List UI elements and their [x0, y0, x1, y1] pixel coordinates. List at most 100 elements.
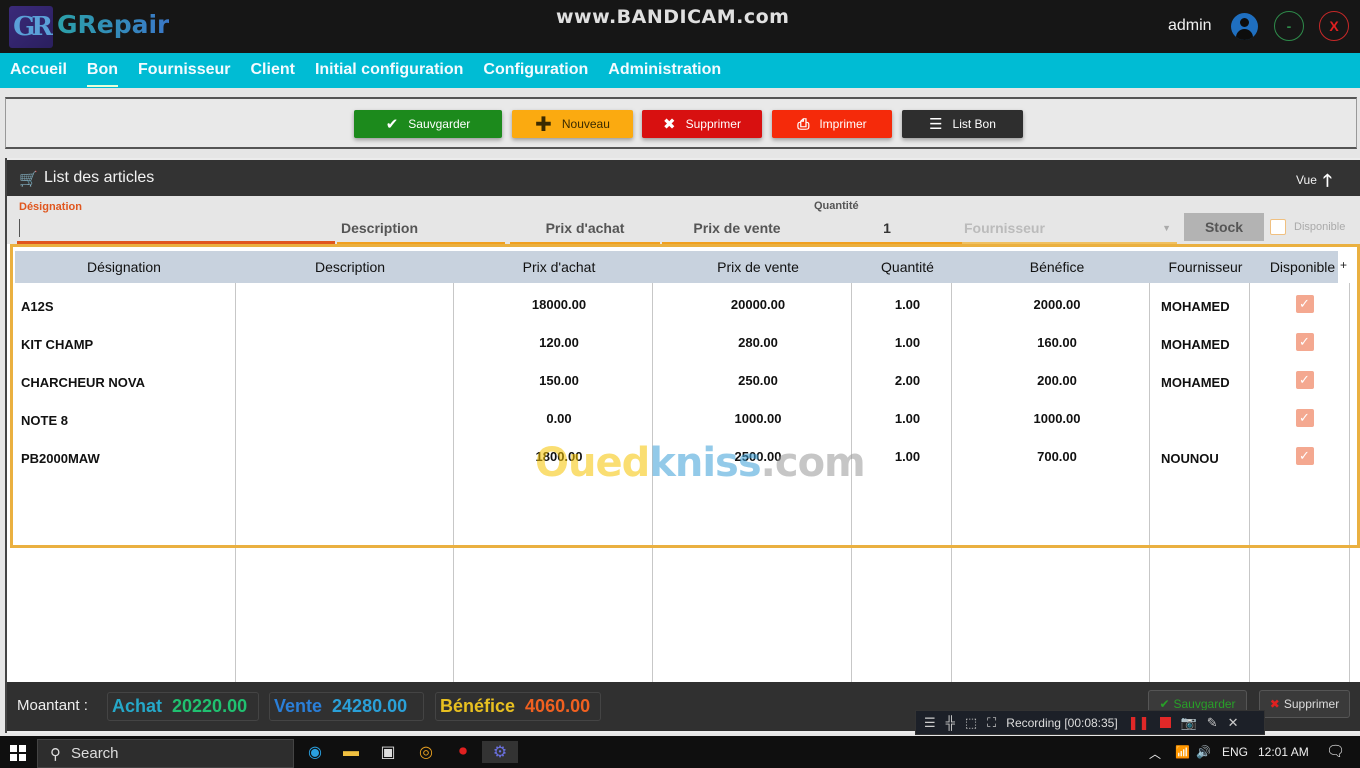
footer-delete-button[interactable]: ✖ Supprimer [1259, 690, 1350, 718]
tray-overflow-icon[interactable]: ︿ [1149, 745, 1161, 762]
menu-fournisseur[interactable]: Fournisseur [128, 53, 240, 88]
check-icon: ✔ [1159, 697, 1170, 711]
menu-icon[interactable]: ☰ [924, 715, 936, 731]
menu-initial-configuration[interactable]: Initial configuration [305, 53, 473, 88]
cell-disponible: ✓ [1257, 399, 1352, 437]
cell-prix-vente: 2500.00 [734, 448, 782, 464]
menu-bon[interactable]: Bon [77, 53, 128, 88]
fournisseur-select[interactable]: Fournisseur ▼ [962, 214, 1177, 244]
taskbar-search[interactable]: ⚲ Search [37, 739, 294, 768]
cell-prix-vente: 280.00 [738, 334, 778, 350]
store-icon[interactable]: ▣ [376, 741, 400, 763]
zoom-region-icon[interactable]: ⬚ [965, 715, 977, 731]
camera-icon[interactable]: 📷 [1181, 715, 1197, 731]
user-avatar-icon[interactable] [1231, 13, 1258, 40]
close-button[interactable]: X [1319, 11, 1349, 41]
edge-icon[interactable]: ◉ [303, 741, 327, 763]
file-explorer-icon[interactable]: ▬ [339, 741, 363, 763]
menu-configuration[interactable]: Configuration [473, 53, 598, 88]
disponible-row-checkbox[interactable]: ✓ [1295, 295, 1314, 313]
vente-value: 24280.00 [332, 696, 408, 716]
wifi-icon[interactable]: 📶 [1175, 745, 1190, 759]
cell-prix-vente: 250.00 [738, 372, 778, 388]
col-prix-achat[interactable]: Prix d'achat [460, 251, 658, 283]
table-row[interactable]: CHARCHEUR NOVA 150.00 250.00 2.00 200.00 MOHA… [15, 361, 1345, 399]
chrome-icon[interactable]: ◎ [414, 741, 438, 763]
grepair-app: GR GRepair www.BANDICAM.com admin - X Ac… [0, 0, 1360, 736]
col-benefice[interactable]: Bénéfice [958, 251, 1156, 283]
col-designation[interactable]: Désignation [15, 251, 233, 283]
table-row[interactable]: KIT CHAMP 120.00 280.00 1.00 160.00 MOHAMED ✓ [15, 323, 1345, 361]
windows-start-icon[interactable] [10, 745, 26, 761]
vue-toggle[interactable]: Vue [1296, 173, 1317, 187]
prix-vente-input[interactable]: Prix de vente [662, 214, 812, 244]
fournisseur-placeholder: Fournisseur [964, 220, 1045, 236]
cell-quantite: 2.00 [894, 372, 921, 388]
pause-icon[interactable]: ❚❚ [1128, 715, 1150, 731]
clock[interactable]: 12:01 AM [1258, 745, 1309, 759]
select-region-icon[interactable]: ⛶ [987, 715, 996, 731]
col-quantite[interactable]: Quantité [858, 251, 957, 283]
collapse-icon[interactable]: ╬ [946, 715, 955, 730]
quantite-input[interactable]: 1 [812, 214, 962, 244]
table-row[interactable]: PB2000MAW 1800.00 2500.00 1.00 700.00 NOUNOU ✓ [15, 437, 1345, 475]
cell-benefice: 2000.00 [1033, 296, 1081, 312]
disponible-row-checkbox[interactable]: ✓ [1295, 409, 1314, 427]
cell-prix-vente: 20000.00 [730, 296, 786, 312]
prix-achat-input[interactable]: Prix d'achat [510, 214, 660, 244]
pencil-icon[interactable]: ✎ [1207, 715, 1218, 731]
table-row[interactable]: NOTE 8 0.00 1000.00 1.00 1000.00 ✓ [15, 399, 1345, 437]
cell-designation: NOTE 8 [21, 413, 68, 428]
disponible-row-checkbox[interactable]: ✓ [1295, 447, 1314, 465]
bandicam-icon[interactable]: ⏺ [451, 741, 475, 763]
cell-disponible: ✓ [1257, 361, 1352, 399]
main-menu: Accueil Bon Fournisseur Client Initial c… [0, 53, 1360, 88]
new-button[interactable]: ✚ Nouveau [512, 110, 633, 138]
designation-input[interactable] [17, 214, 335, 244]
designation-label: Désignation [19, 201, 82, 213]
cell-description [245, 323, 455, 361]
list-bon-button[interactable]: ☰ List Bon [902, 110, 1023, 138]
save-button[interactable]: ✔ Sauvgarder [354, 110, 502, 138]
grepair-taskbar-icon[interactable]: ⚙ [482, 741, 518, 763]
achat-label: Achat [112, 696, 163, 716]
cell-fournisseur: MOHAMED [1161, 337, 1230, 352]
article-form: Désignation Description Prix d'achat Pri… [7, 196, 1360, 244]
cell-quantite: 1.00 [894, 448, 921, 464]
disponible-checkbox[interactable] [1270, 219, 1286, 235]
cell-fournisseur: NOUNOU [1161, 451, 1219, 466]
close-icon[interactable]: ✕ [1228, 715, 1239, 731]
cell-description [245, 285, 455, 323]
volume-icon[interactable]: 🔊 [1196, 745, 1211, 759]
achat-value: 20220.00 [172, 696, 248, 716]
cell-description [245, 437, 455, 475]
add-column-icon[interactable]: + [1340, 258, 1347, 272]
minimize-button[interactable]: - [1274, 11, 1304, 41]
disponible-row-checkbox[interactable]: ✓ [1295, 333, 1314, 351]
delete-button[interactable]: ✖ Supprimer [642, 110, 762, 138]
panel-title: List des articles [44, 169, 155, 186]
menu-accueil[interactable]: Accueil [0, 53, 77, 88]
menu-administration[interactable]: Administration [598, 53, 731, 88]
print-button[interactable]: ⎙ Imprimer [772, 110, 892, 138]
quantite-label: Quantité [814, 200, 859, 212]
description-input[interactable]: Description [337, 214, 505, 244]
stock-button[interactable]: Stock [1184, 213, 1264, 241]
bandicam-watermark: www.BANDICAM.com [556, 6, 790, 28]
cell-quantite: 1.00 [894, 410, 921, 426]
delete-label: Supprimer [685, 117, 741, 131]
table-row[interactable]: A12S 18000.00 20000.00 1.00 2000.00 MOHAMED ✓ [15, 285, 1345, 323]
vente-label: Vente [274, 696, 323, 716]
col-disponible[interactable]: Disponible [1255, 251, 1350, 283]
disponible-row-checkbox[interactable]: ✓ [1295, 371, 1314, 389]
cell-prix-achat: 18000.00 [531, 296, 587, 312]
plus-icon: ✚ [535, 113, 552, 136]
col-description[interactable]: Description [241, 251, 459, 283]
notifications-icon[interactable]: 🗨 [1326, 742, 1345, 760]
stop-icon[interactable] [1159, 717, 1171, 728]
col-fournisseur[interactable]: Fournisseur [1156, 251, 1255, 283]
menu-client[interactable]: Client [241, 53, 305, 88]
col-prix-vente[interactable]: Prix de vente [659, 251, 857, 283]
language-indicator[interactable]: ENG [1222, 745, 1248, 759]
arrow-up-icon[interactable]: 🡑 [1323, 168, 1332, 197]
